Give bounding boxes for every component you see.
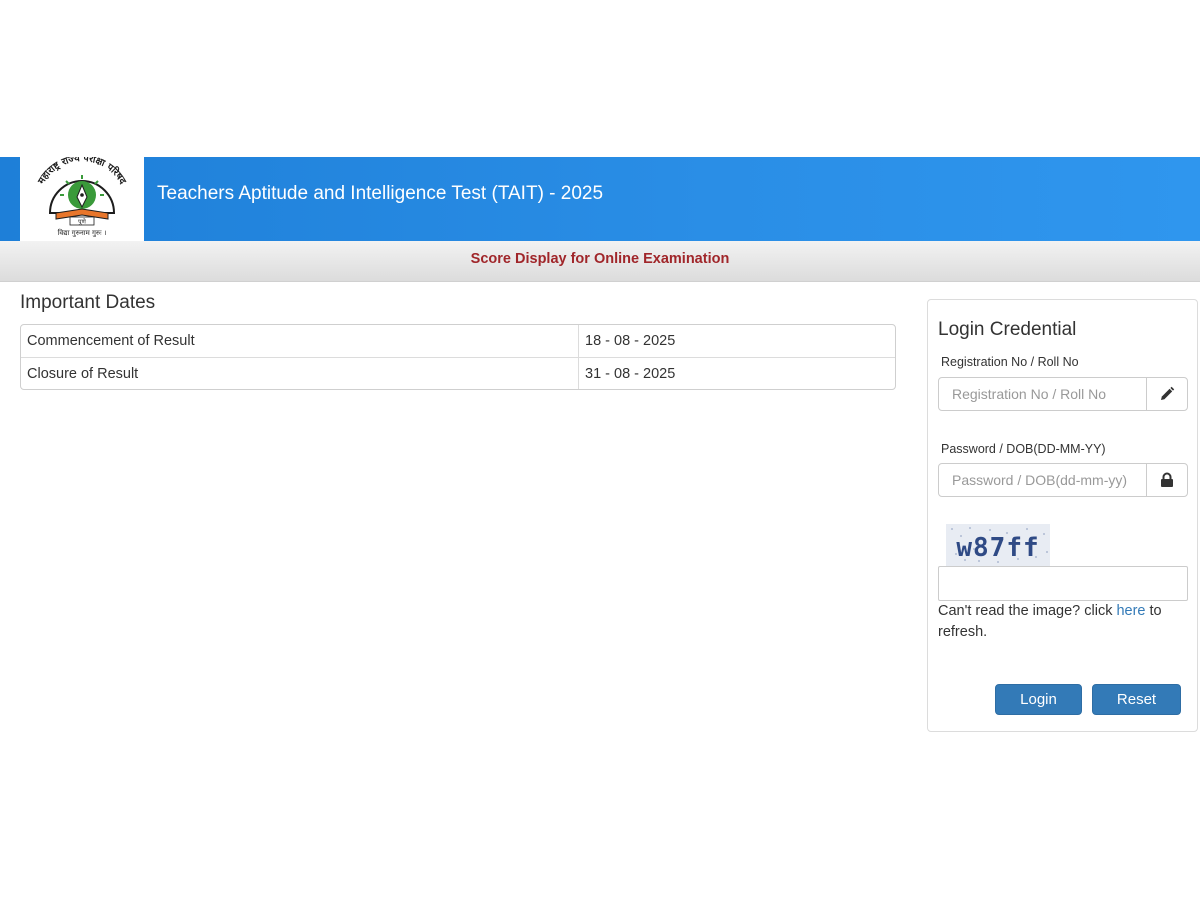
captcha-text: w87ff [956, 533, 1039, 563]
emblem-icon: महाराष्ट्र राज्य परीक्षा परिषद पुणे विद्… [36, 152, 129, 237]
registration-label: Registration No / Roll No [941, 355, 1079, 369]
refresh-prefix: Can't read the image? click [938, 603, 1117, 619]
logo: महाराष्ट्र राज्य परीक्षा परिषद पुणे विद्… [20, 152, 144, 241]
subheader-title: Score Display for Online Examination [470, 251, 730, 267]
reset-button[interactable]: Reset [1092, 684, 1181, 715]
login-panel: Login Credential Registration No / Roll … [927, 299, 1198, 732]
registration-input-group [938, 377, 1188, 411]
password-input[interactable] [939, 464, 1146, 496]
important-dates-title: Important Dates [20, 292, 156, 313]
logo-motto: विद्या गुरुनाम गुरुः । [58, 228, 107, 237]
password-label: Password / DOB(DD-MM-YY) [941, 442, 1106, 456]
site-header: महाराष्ट्र राज्य परीक्षा परिषद पुणे विद्… [0, 152, 1200, 241]
important-dates-table: Commencement of Result 18 - 08 - 2025 Cl… [20, 324, 896, 390]
date-value: 31 - 08 - 2025 [578, 357, 895, 389]
login-title: Login Credential [938, 319, 1077, 340]
registration-input[interactable] [939, 378, 1146, 410]
pencil-icon [1146, 378, 1187, 410]
captcha-input[interactable] [938, 566, 1188, 601]
table-row: Closure of Result 31 - 08 - 2025 [21, 357, 895, 389]
login-button[interactable]: Login [995, 684, 1082, 715]
page-title: Teachers Aptitude and Intelligence Test … [157, 183, 604, 204]
date-value: 18 - 08 - 2025 [578, 325, 895, 357]
subheader-bar: Score Display for Online Examination [0, 241, 1200, 282]
table-row: Commencement of Result 18 - 08 - 2025 [21, 325, 895, 357]
refresh-captcha-link[interactable]: here [1116, 603, 1145, 619]
date-label: Closure of Result [21, 357, 578, 389]
lock-icon [1146, 464, 1187, 496]
logo-banner-text: पुणे [78, 218, 86, 226]
captcha-image: w87ff [946, 524, 1050, 566]
refresh-note: Can't read the image? click here to refr… [938, 601, 1188, 643]
date-label: Commencement of Result [27, 333, 195, 349]
password-input-group [938, 463, 1188, 497]
